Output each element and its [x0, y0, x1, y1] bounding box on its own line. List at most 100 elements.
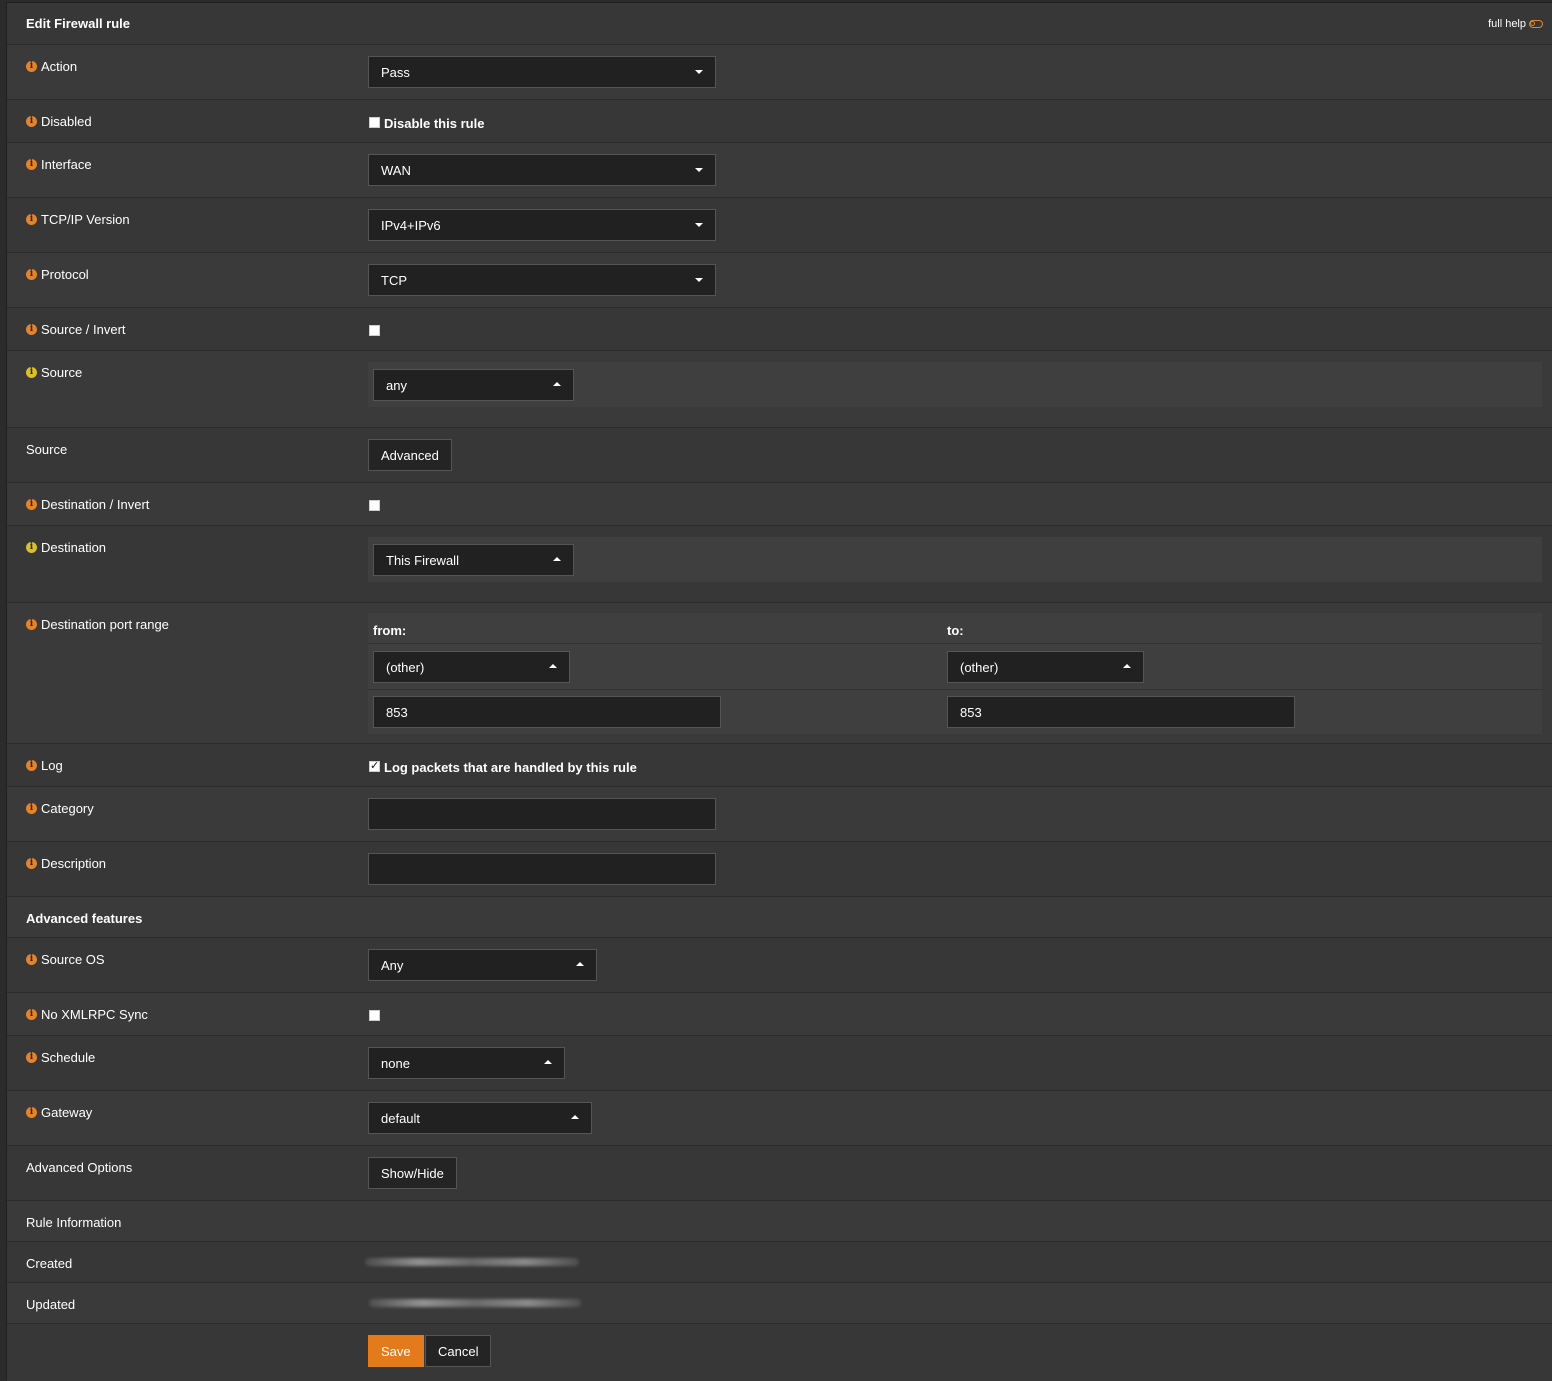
port-to-select-value: (other): [960, 659, 999, 675]
info-icon[interactable]: i: [26, 61, 37, 72]
protocol-select[interactable]: TCP: [368, 264, 716, 296]
ipversion-label: TCP/IP Version: [41, 212, 130, 227]
info-icon[interactable]: i: [26, 619, 37, 630]
description-input[interactable]: [368, 853, 716, 885]
advanced-options-label: Advanced Options: [26, 1160, 133, 1175]
category-label: Category: [41, 801, 94, 816]
destination-value: This Firewall: [386, 552, 459, 568]
action-select[interactable]: Pass: [368, 56, 716, 88]
caret-up-icon: [553, 382, 561, 386]
row-source: i Source any: [7, 350, 1552, 428]
row-destination-port-range: i Destination port range from: to: (othe…: [7, 602, 1552, 744]
gateway-label: Gateway: [41, 1105, 93, 1120]
row-source-invert: i Source / Invert: [7, 307, 1552, 351]
no-xmlrpc-label: No XMLRPC Sync: [41, 1007, 148, 1022]
source-os-select[interactable]: Any: [368, 949, 597, 981]
edit-firewall-rule-panel: Edit Firewall rule full help i Action Pa…: [6, 2, 1552, 1381]
cancel-button[interactable]: Cancel: [425, 1335, 492, 1367]
port-to-select[interactable]: (other): [947, 651, 1144, 683]
interface-select[interactable]: WAN: [368, 154, 716, 186]
info-icon[interactable]: i: [26, 1052, 37, 1063]
action-label: Action: [41, 59, 78, 74]
port-to-value: 853: [960, 704, 982, 720]
schedule-label: Schedule: [41, 1050, 96, 1065]
created-label: Created: [26, 1256, 73, 1271]
source-os-label: Source OS: [41, 952, 105, 967]
caret-up-icon: [549, 664, 557, 668]
port-to-input[interactable]: 853: [947, 696, 1295, 728]
caret-up-icon: [544, 1060, 552, 1064]
destination-select[interactable]: This Firewall: [373, 544, 574, 576]
row-schedule: i Schedule none: [7, 1035, 1552, 1091]
protocol-label: Protocol: [41, 267, 89, 282]
created-value-redacted: [365, 1258, 579, 1266]
protocol-value: TCP: [381, 272, 407, 288]
save-button[interactable]: Save: [368, 1335, 424, 1367]
row-disabled: i Disabled Disable this rule: [7, 99, 1552, 143]
source-label: Source: [41, 365, 83, 380]
no-xmlrpc-checkbox[interactable]: [369, 1010, 380, 1021]
caret-down-icon: [695, 278, 703, 282]
row-interface: i Interface WAN: [7, 142, 1552, 198]
row-no-xmlrpc: i No XMLRPC Sync: [7, 992, 1552, 1036]
log-label: Log: [41, 758, 63, 773]
info-icon[interactable]: i: [26, 324, 37, 335]
row-description: i Description: [7, 841, 1552, 897]
ipversion-select[interactable]: IPv4+IPv6: [368, 209, 716, 241]
port-from-value: 853: [386, 704, 408, 720]
schedule-value: none: [381, 1055, 410, 1071]
row-source-os: i Source OS Any: [7, 937, 1552, 993]
show-hide-button[interactable]: Show/Hide: [368, 1157, 457, 1189]
row-destination-invert: i Destination / Invert: [7, 482, 1552, 526]
divider: [368, 643, 1542, 644]
info-icon[interactable]: i: [26, 269, 37, 280]
info-icon[interactable]: i: [26, 159, 37, 170]
caret-up-icon: [571, 1115, 579, 1119]
source-advanced-button[interactable]: Advanced: [368, 439, 452, 471]
info-icon[interactable]: i: [26, 954, 37, 965]
source-invert-label: Source / Invert: [41, 322, 126, 337]
info-icon[interactable]: i: [26, 116, 37, 127]
category-input[interactable]: [368, 798, 716, 830]
full-help-toggle[interactable]: full help: [1488, 18, 1543, 30]
source-value: any: [386, 377, 407, 393]
info-icon[interactable]: i: [26, 542, 37, 553]
toggle-icon: [1529, 20, 1543, 28]
info-icon[interactable]: i: [26, 760, 37, 771]
caret-down-icon: [695, 168, 703, 172]
from-label: from:: [373, 623, 407, 638]
interface-value: WAN: [381, 162, 411, 178]
row-created: Created: [7, 1241, 1552, 1283]
port-from-input[interactable]: 853: [373, 696, 721, 728]
disable-rule-checkbox[interactable]: [369, 117, 380, 128]
source-select[interactable]: any: [373, 369, 574, 401]
info-icon[interactable]: i: [26, 499, 37, 510]
info-icon[interactable]: i: [26, 858, 37, 869]
info-icon[interactable]: i: [26, 1107, 37, 1118]
port-range-label: Destination port range: [41, 617, 169, 632]
divider: [368, 689, 1542, 690]
row-footer: Save Cancel: [7, 1323, 1552, 1381]
caret-up-icon: [553, 557, 561, 561]
destination-invert-checkbox[interactable]: [369, 500, 380, 511]
page-title: Edit Firewall rule: [26, 16, 131, 31]
disable-rule-text: Disable this rule: [384, 116, 485, 131]
info-icon[interactable]: i: [26, 1009, 37, 1020]
full-help-label: full help: [1488, 18, 1526, 30]
source-os-value: Any: [381, 957, 404, 973]
rule-information-heading: Rule Information: [26, 1215, 122, 1230]
row-action: i Action Pass: [7, 44, 1552, 100]
info-icon[interactable]: i: [26, 803, 37, 814]
info-icon[interactable]: i: [26, 214, 37, 225]
port-from-select-value: (other): [386, 659, 425, 675]
port-from-select[interactable]: (other): [373, 651, 570, 683]
info-icon[interactable]: i: [26, 367, 37, 378]
gateway-select[interactable]: default: [368, 1102, 592, 1134]
log-checkbox[interactable]: [369, 759, 380, 772]
source-invert-checkbox[interactable]: [369, 325, 380, 336]
panel-header: Edit Firewall rule full help: [7, 3, 1552, 44]
caret-down-icon: [695, 223, 703, 227]
row-destination: i Destination This Firewall: [7, 525, 1552, 603]
schedule-select[interactable]: none: [368, 1047, 565, 1079]
ipversion-value: IPv4+IPv6: [381, 217, 441, 233]
